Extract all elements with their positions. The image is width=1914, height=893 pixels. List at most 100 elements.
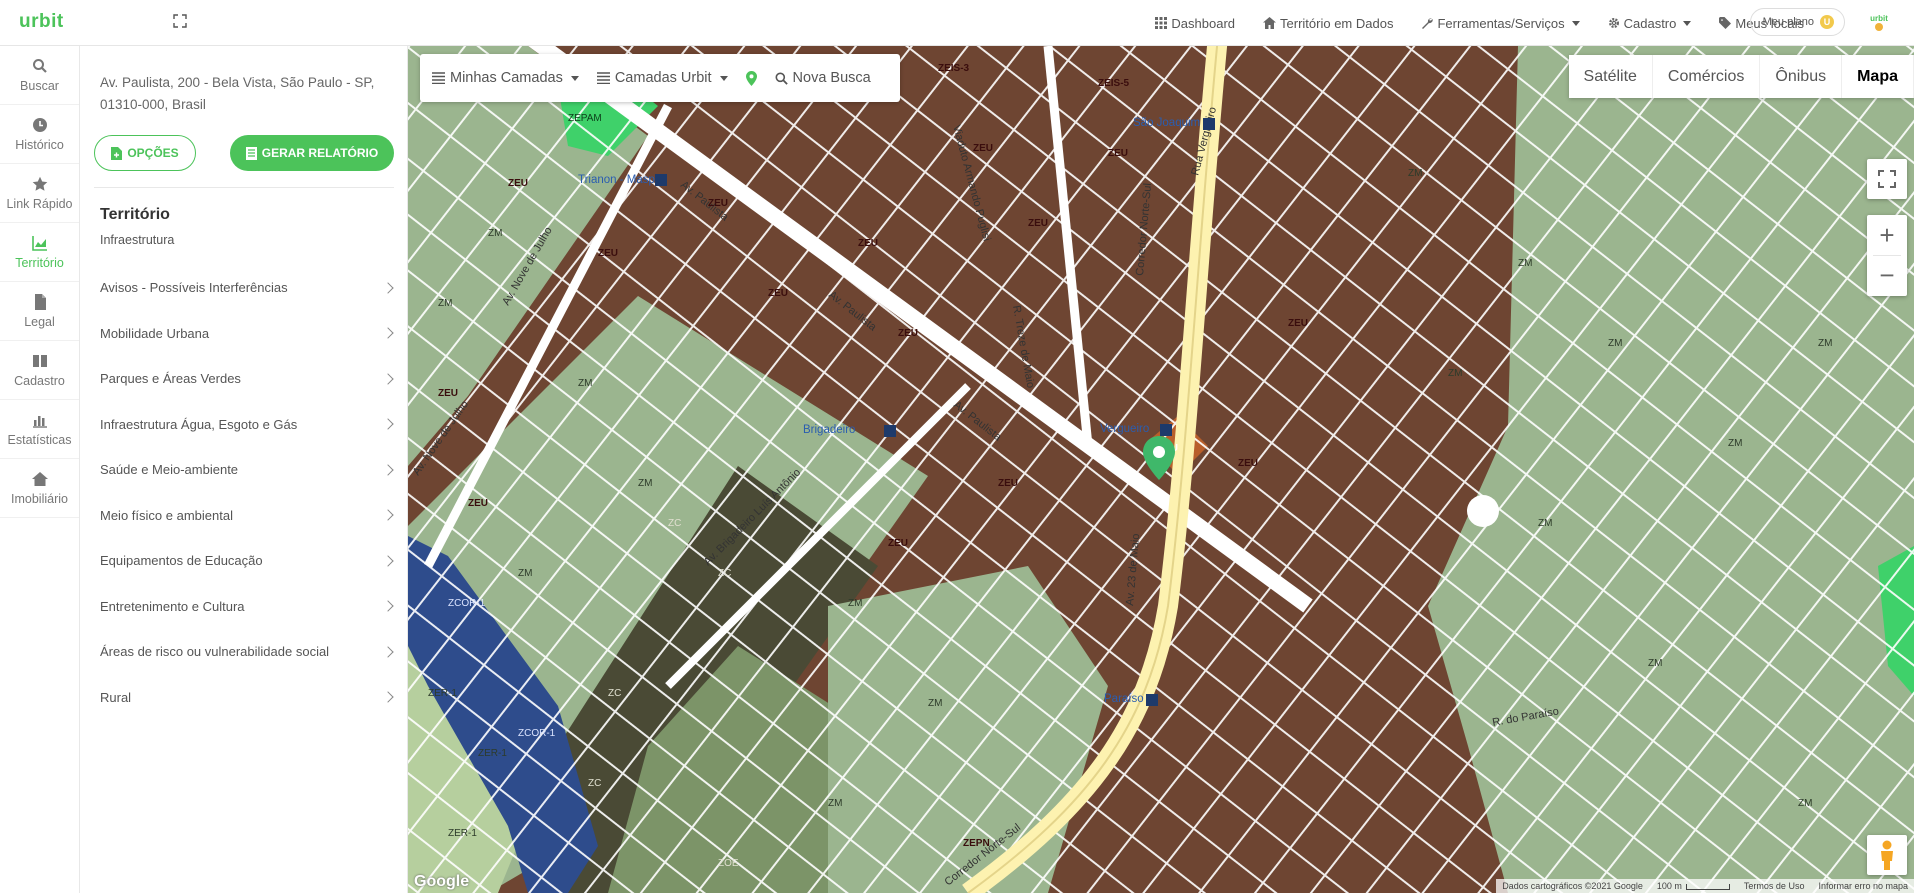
zone-label: ZOE xyxy=(718,858,739,869)
menu-item-parques[interactable]: Parques e Áreas Verdes xyxy=(100,356,396,402)
map-type-mapa[interactable]: Mapa xyxy=(1842,55,1914,98)
rail-label: Buscar xyxy=(20,78,59,93)
menu-item-areas-risco[interactable]: Áreas de risco ou vulnerabilidade social xyxy=(100,629,396,675)
zone-label: ZC xyxy=(588,778,601,789)
zone-label: ZEU xyxy=(768,288,788,299)
chevron-down-icon xyxy=(719,75,728,81)
rail-label: Território xyxy=(15,255,64,270)
location-pin-icon[interactable] xyxy=(1142,436,1176,480)
chevron-right-icon xyxy=(382,509,394,521)
zone-label: ZEU xyxy=(888,538,908,549)
zone-label: ZM xyxy=(1448,368,1462,379)
generate-report-button[interactable]: GERAR RELATÓRIO xyxy=(230,135,394,171)
zone-label: ZM xyxy=(1728,438,1742,449)
urbit-logo[interactable]: urbit xyxy=(19,11,64,33)
station-label: Trianon - Masp xyxy=(578,174,655,186)
rail-imobiliario[interactable]: Imobiliário xyxy=(0,459,79,518)
menu-item-rural[interactable]: Rural xyxy=(100,675,396,721)
menu-item-educacao[interactable]: Equipamentos de Educação xyxy=(100,538,396,584)
zone-label: ZM xyxy=(1408,168,1422,179)
my-layers-dropdown[interactable]: Minhas Camadas xyxy=(432,70,579,86)
home-icon xyxy=(1263,17,1277,29)
chevron-right-icon xyxy=(382,555,394,567)
zoom-control: + − xyxy=(1867,215,1907,296)
station-label: São Joaquim xyxy=(1133,117,1200,129)
zone-label: ZEU xyxy=(898,328,918,339)
zoning-map[interactable]: Av. Paulista Av. Paulista Av. Paulista A… xyxy=(408,46,1914,893)
pin-button[interactable] xyxy=(745,70,757,86)
fullscreen-icon xyxy=(1878,170,1896,188)
rail-label: Estatísticas xyxy=(7,432,72,447)
nav-territorio-em-dados[interactable]: Território em Dados xyxy=(1263,16,1393,31)
zoom-out-button[interactable]: − xyxy=(1867,255,1907,295)
category-menu: Avisos - Possíveis Interferências Mobili… xyxy=(100,265,396,720)
menu-item-mobilidade[interactable]: Mobilidade Urbana xyxy=(100,311,396,357)
wrench-icon xyxy=(1422,18,1434,29)
grid-icon xyxy=(1155,17,1168,29)
nav-label: Território em Dados xyxy=(1280,15,1394,31)
pegman-icon xyxy=(1881,840,1893,870)
nav-dashboard[interactable]: Dashboard xyxy=(1155,16,1235,31)
zone-label: ZEPN xyxy=(963,838,990,849)
top-bar: urbit Dashboard Território em Dados Ferr… xyxy=(0,0,1914,46)
territory-panel: Av. Paulista, 200 - Bela Vista, São Paul… xyxy=(80,46,408,893)
rail-buscar[interactable]: Buscar xyxy=(0,46,79,105)
zone-label: ZM xyxy=(848,598,862,609)
zoom-in-button[interactable]: + xyxy=(1867,215,1907,255)
main-nav: Dashboard Território em Dados Ferramenta… xyxy=(1155,0,1804,46)
zone-label: ZC xyxy=(718,568,731,579)
map-toolbar: Minhas Camadas Camadas Urbit Nova Busca xyxy=(420,54,900,102)
rail-legal[interactable]: Legal xyxy=(0,282,79,341)
fullscreen-icon[interactable] xyxy=(173,14,187,28)
map-fullscreen-button[interactable] xyxy=(1867,159,1907,199)
nav-cadastro[interactable]: Cadastro xyxy=(1608,16,1692,31)
rail-estatisticas[interactable]: Estatísticas xyxy=(0,400,79,459)
zone-label: ZEU xyxy=(508,178,528,189)
menu-item-label: Infraestrutura Água, Esgoto e Gás xyxy=(100,416,298,432)
terms-link[interactable]: Termos de Uso xyxy=(1744,881,1805,891)
nav-ferramentas[interactable]: Ferramentas/Serviços xyxy=(1421,16,1580,31)
rail-historico[interactable]: Histórico xyxy=(0,105,79,164)
menu-item-entretenimento[interactable]: Entretenimento e Cultura xyxy=(100,584,396,630)
bar-chart-icon xyxy=(32,415,47,428)
rail-link-rapido[interactable]: Link Rápido xyxy=(0,164,79,223)
zone-label: ZCOR-1 xyxy=(448,598,486,609)
zone-label: ZEU xyxy=(1238,458,1258,469)
zone-label: ZER-1 xyxy=(448,828,477,839)
map-type-onibus[interactable]: Ônibus xyxy=(1760,55,1843,98)
urbit-mini-logo[interactable]: urbit xyxy=(1866,12,1892,34)
chevron-down-icon xyxy=(570,75,579,81)
report-error-link[interactable]: Informar erro no mapa xyxy=(1818,881,1908,891)
menu-item-label: Saúde e Meio-ambiente xyxy=(100,462,239,478)
street-label: Av. Paulista xyxy=(951,399,1004,444)
rail-cadastro[interactable]: Cadastro xyxy=(0,341,79,400)
menu-item-meio-fisico[interactable]: Meio físico e ambiental xyxy=(100,493,396,539)
scale-indicator[interactable]: 100 m xyxy=(1657,881,1730,891)
new-search-button[interactable]: Nova Busca xyxy=(775,70,871,86)
options-button[interactable]: OPÇÕES xyxy=(94,135,196,171)
book-icon xyxy=(32,354,47,367)
zone-label: ZM xyxy=(578,378,592,389)
rail-label: Link Rápido xyxy=(6,196,73,211)
zone-label: ZM xyxy=(1648,658,1662,669)
clock-icon xyxy=(32,117,47,132)
zone-label: ZEIS-5 xyxy=(1098,78,1130,89)
menu-item-saude[interactable]: Saúde e Meio-ambiente xyxy=(100,447,396,493)
map-type-comercios[interactable]: Comércios xyxy=(1653,55,1761,98)
map-marker-icon xyxy=(745,70,757,86)
urbit-layers-dropdown[interactable]: Camadas Urbit xyxy=(596,70,728,86)
search-icon xyxy=(32,58,47,73)
nav-label: Dashboard xyxy=(1171,15,1236,31)
my-plan-button[interactable]: Meu plano U xyxy=(1749,8,1845,36)
street-view-button[interactable] xyxy=(1867,835,1907,875)
map-type-satellite[interactable]: Satélite xyxy=(1569,55,1653,98)
rail-territorio[interactable]: Território xyxy=(0,223,79,282)
menu-item-label: Avisos - Possíveis Interferências xyxy=(100,280,288,296)
menu-item-avisos[interactable]: Avisos - Possíveis Interferências xyxy=(100,265,396,311)
station-label: Brigadeiro xyxy=(803,424,855,436)
menu-item-infraestrutura[interactable]: Infraestrutura Água, Esgoto e Gás xyxy=(100,402,396,448)
zone-label: ZM xyxy=(1518,258,1532,269)
zoom-divider xyxy=(1873,255,1901,256)
section-subtitle: Infraestrutura xyxy=(100,233,175,247)
zone-label: ZM xyxy=(518,568,532,579)
